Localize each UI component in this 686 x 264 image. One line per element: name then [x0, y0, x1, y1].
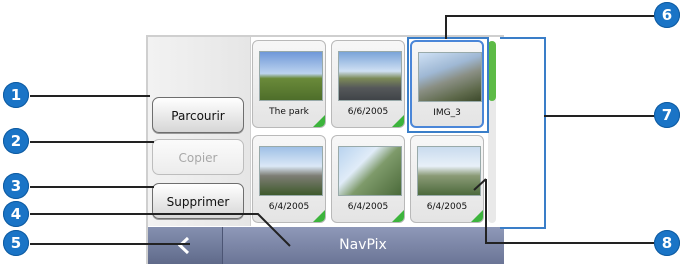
callout-badge-6: 6: [654, 2, 680, 28]
callout-badge-3: 3: [3, 173, 29, 199]
callout-line-5: [30, 243, 190, 245]
callout-lines-diagonal: [30, 178, 660, 247]
callout-badge-1: 1: [3, 82, 29, 108]
callout-badge-7: 7: [654, 102, 680, 128]
callout-badge-2: 2: [3, 128, 29, 154]
callout-line-6-drop: [445, 15, 447, 39]
callout-line-7: [544, 115, 660, 117]
callout-line-8-tip: [473, 178, 487, 191]
callout-line-4: [30, 213, 291, 247]
callout-badge-8: 8: [654, 230, 680, 256]
callout-line-6: [445, 15, 660, 17]
callout-badge-4: 4: [3, 201, 29, 227]
callout-badge-5: 5: [3, 230, 29, 256]
callout-line-8: [485, 179, 660, 244]
